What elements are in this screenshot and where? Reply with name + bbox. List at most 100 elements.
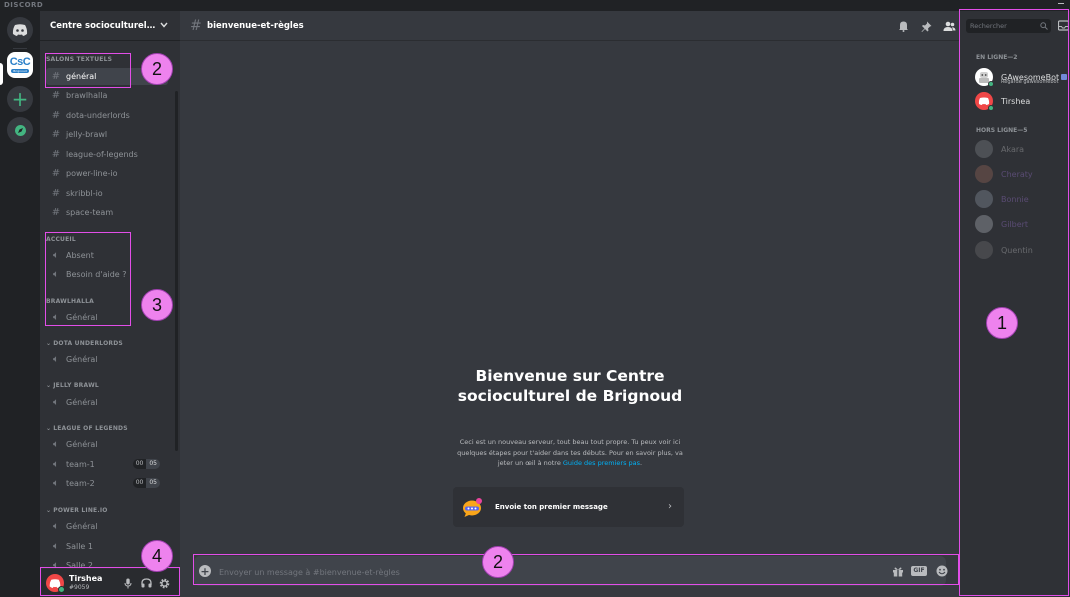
channel-space-team[interactable]: # space-team	[46, 204, 168, 221]
speaker-icon: 🔈︎	[53, 439, 59, 450]
offline-header: HORS LIGNE—5	[976, 127, 1028, 134]
speaker-icon: 🔈︎	[53, 478, 59, 489]
pinned-messages-button[interactable]	[919, 19, 933, 33]
avatar	[975, 241, 993, 259]
channel-league-of-legends[interactable]: # league-of-legends	[46, 146, 168, 163]
channel-jelly-brawl[interactable]: # jelly-brawl	[46, 126, 168, 143]
category-league-of-legends[interactable]: ⌄ LEAGUE OF LEGENDS	[46, 425, 128, 432]
member-cheraty[interactable]: Cheraty	[970, 163, 1070, 185]
home-button[interactable]	[7, 17, 33, 43]
gift-button[interactable]	[891, 564, 905, 578]
online-status-icon	[988, 105, 994, 111]
user-limit-badge: 00 05	[132, 459, 160, 469]
channel-power-line-io[interactable]: # power-line-io	[46, 165, 168, 182]
getting-started-guide-link[interactable]: Guide des premiers pas	[563, 459, 640, 467]
inbox-icon[interactable]	[1058, 20, 1069, 31]
member-gawesomebot[interactable]: GAwesomeBot Regarde gawesomebot	[970, 66, 1070, 88]
voice-channel-team-2[interactable]: 🔈︎ team-2 00 05	[46, 475, 168, 492]
upload-button[interactable]: +	[199, 565, 211, 577]
speaker-icon: 🔈︎	[53, 269, 59, 280]
category-accueil[interactable]: ACCUEIL	[46, 236, 76, 243]
minimize-button[interactable]	[1058, 3, 1064, 4]
settings-button[interactable]	[158, 577, 170, 589]
voice-channel-dota-general[interactable]: 🔈︎ Général	[46, 351, 168, 368]
member-quentin[interactable]: Quentin	[970, 239, 1070, 261]
chevron-down-icon: ⌄	[46, 382, 52, 389]
gif-button[interactable]: GIF	[911, 564, 927, 578]
speaker-icon: 🔈︎	[53, 312, 59, 323]
chevron-right-icon: ›	[668, 501, 672, 512]
annotation-number-3: 3	[141, 289, 173, 321]
server-icon-csc[interactable]: CsC Brignoud	[7, 52, 33, 78]
member-akara[interactable]: Akara	[970, 138, 1070, 160]
speaker-icon: 🔈︎	[53, 459, 59, 470]
microphone-button[interactable]	[122, 577, 134, 589]
channel-brawlhalla[interactable]: # brawlhalla	[46, 87, 168, 104]
channel-dota-underlords[interactable]: # dota-underlords	[46, 107, 168, 124]
member-gilbert[interactable]: Gilbert	[970, 213, 1070, 235]
online-header: EN LIGNE—2	[976, 54, 1018, 61]
category-power-line-io[interactable]: ⌄ POWER LINE.IO	[46, 507, 108, 514]
member-activity: Regarde gawesomebot	[1001, 79, 1059, 85]
category-text-channels[interactable]: SALONS TEXTUELS	[46, 56, 112, 63]
search-input[interactable]	[970, 21, 1035, 31]
member-bonnie[interactable]: Bonnie	[970, 188, 1070, 210]
voice-channel-jelly-general[interactable]: 🔈︎ Général	[46, 394, 168, 411]
avatar[interactable]	[46, 574, 65, 593]
voice-channel-team-1[interactable]: 🔈︎ team-1 00 05	[46, 456, 168, 473]
avatar	[975, 190, 993, 208]
chat-area: # bienvenue-et-règles Bienvenue sur Cent…	[180, 11, 960, 597]
annotation-number-1: 1	[986, 307, 1018, 339]
username: Tirshea	[69, 574, 103, 583]
chevron-down-icon: ⌄	[46, 340, 52, 347]
hash-icon: #	[51, 149, 61, 160]
member-name: Quentin	[1001, 245, 1033, 255]
channel-skribbl-io[interactable]: # skribbl-io	[46, 185, 168, 202]
category-brawlhalla[interactable]: BRAWLHALLA	[46, 298, 94, 305]
channel-title: bienvenue-et-règles	[207, 21, 304, 31]
member-tirshea[interactable]: Tirshea	[970, 90, 1070, 112]
member-name: Akara	[1001, 144, 1025, 154]
sidebar-scrollbar[interactable]	[175, 91, 178, 451]
annotation-number-2-sidebar: 2	[141, 53, 173, 85]
chat-bubble-icon	[463, 498, 482, 517]
category-jelly-brawl[interactable]: ⌄ JELLY BRAWL	[46, 382, 99, 389]
avatar	[975, 215, 993, 233]
voice-channel-pl-general[interactable]: 🔈︎ Général	[46, 518, 168, 535]
rail-separator	[13, 48, 27, 49]
speaker-icon: 🔈︎	[53, 397, 59, 408]
speaker-icon: 🔈︎	[53, 521, 59, 532]
speaker-icon: 🔈︎	[53, 250, 59, 261]
member-list: EN LIGNE—2 GAwesomeBot Regarde gawesomeb…	[960, 11, 1070, 597]
emoji-button[interactable]	[935, 564, 949, 578]
chevron-down-icon: ⌄	[46, 507, 52, 514]
headphones-button[interactable]	[140, 577, 152, 589]
notifications-button[interactable]	[896, 19, 910, 33]
voice-channel-besoin-aide[interactable]: 🔈︎ Besoin d'aide ?	[46, 266, 168, 283]
category-dota-underlords[interactable]: ⌄ DOTA UNDERLORDS	[46, 340, 123, 347]
member-name: Cheraty	[1001, 169, 1033, 179]
message-input[interactable]	[219, 565, 839, 579]
people-icon	[943, 21, 955, 31]
voice-channel-lol-general[interactable]: 🔈︎ Général	[46, 436, 168, 453]
user-panel: Tirshea #9059	[40, 569, 180, 597]
title-bar: DISCORD	[0, 0, 1070, 11]
member-list-toggle[interactable]	[942, 19, 956, 33]
avatar	[975, 68, 994, 87]
user-tag: #9059	[69, 584, 90, 591]
member-name: Bonnie	[1001, 194, 1029, 204]
annotation-number-2-composer: 2	[482, 546, 514, 578]
message-composer: + GIF	[194, 556, 949, 586]
explore-servers-button[interactable]	[7, 117, 33, 143]
hash-icon: #	[51, 188, 61, 199]
member-name: Gilbert	[1001, 219, 1029, 229]
server-header[interactable]: Centre socioculturel de Brignoud	[40, 11, 180, 41]
add-server-button[interactable]: +	[7, 86, 33, 112]
send-first-message-card[interactable]: Envoie ton premier message ›	[453, 487, 684, 527]
voice-channel-absent[interactable]: 🔈︎ Absent	[46, 247, 168, 264]
hash-icon: #	[51, 110, 61, 121]
first-message-label: Envoie ton premier message	[495, 503, 608, 511]
verified-bot-icon	[1061, 74, 1068, 80]
discord-logo-icon	[12, 24, 28, 36]
hash-icon: #	[51, 207, 61, 218]
